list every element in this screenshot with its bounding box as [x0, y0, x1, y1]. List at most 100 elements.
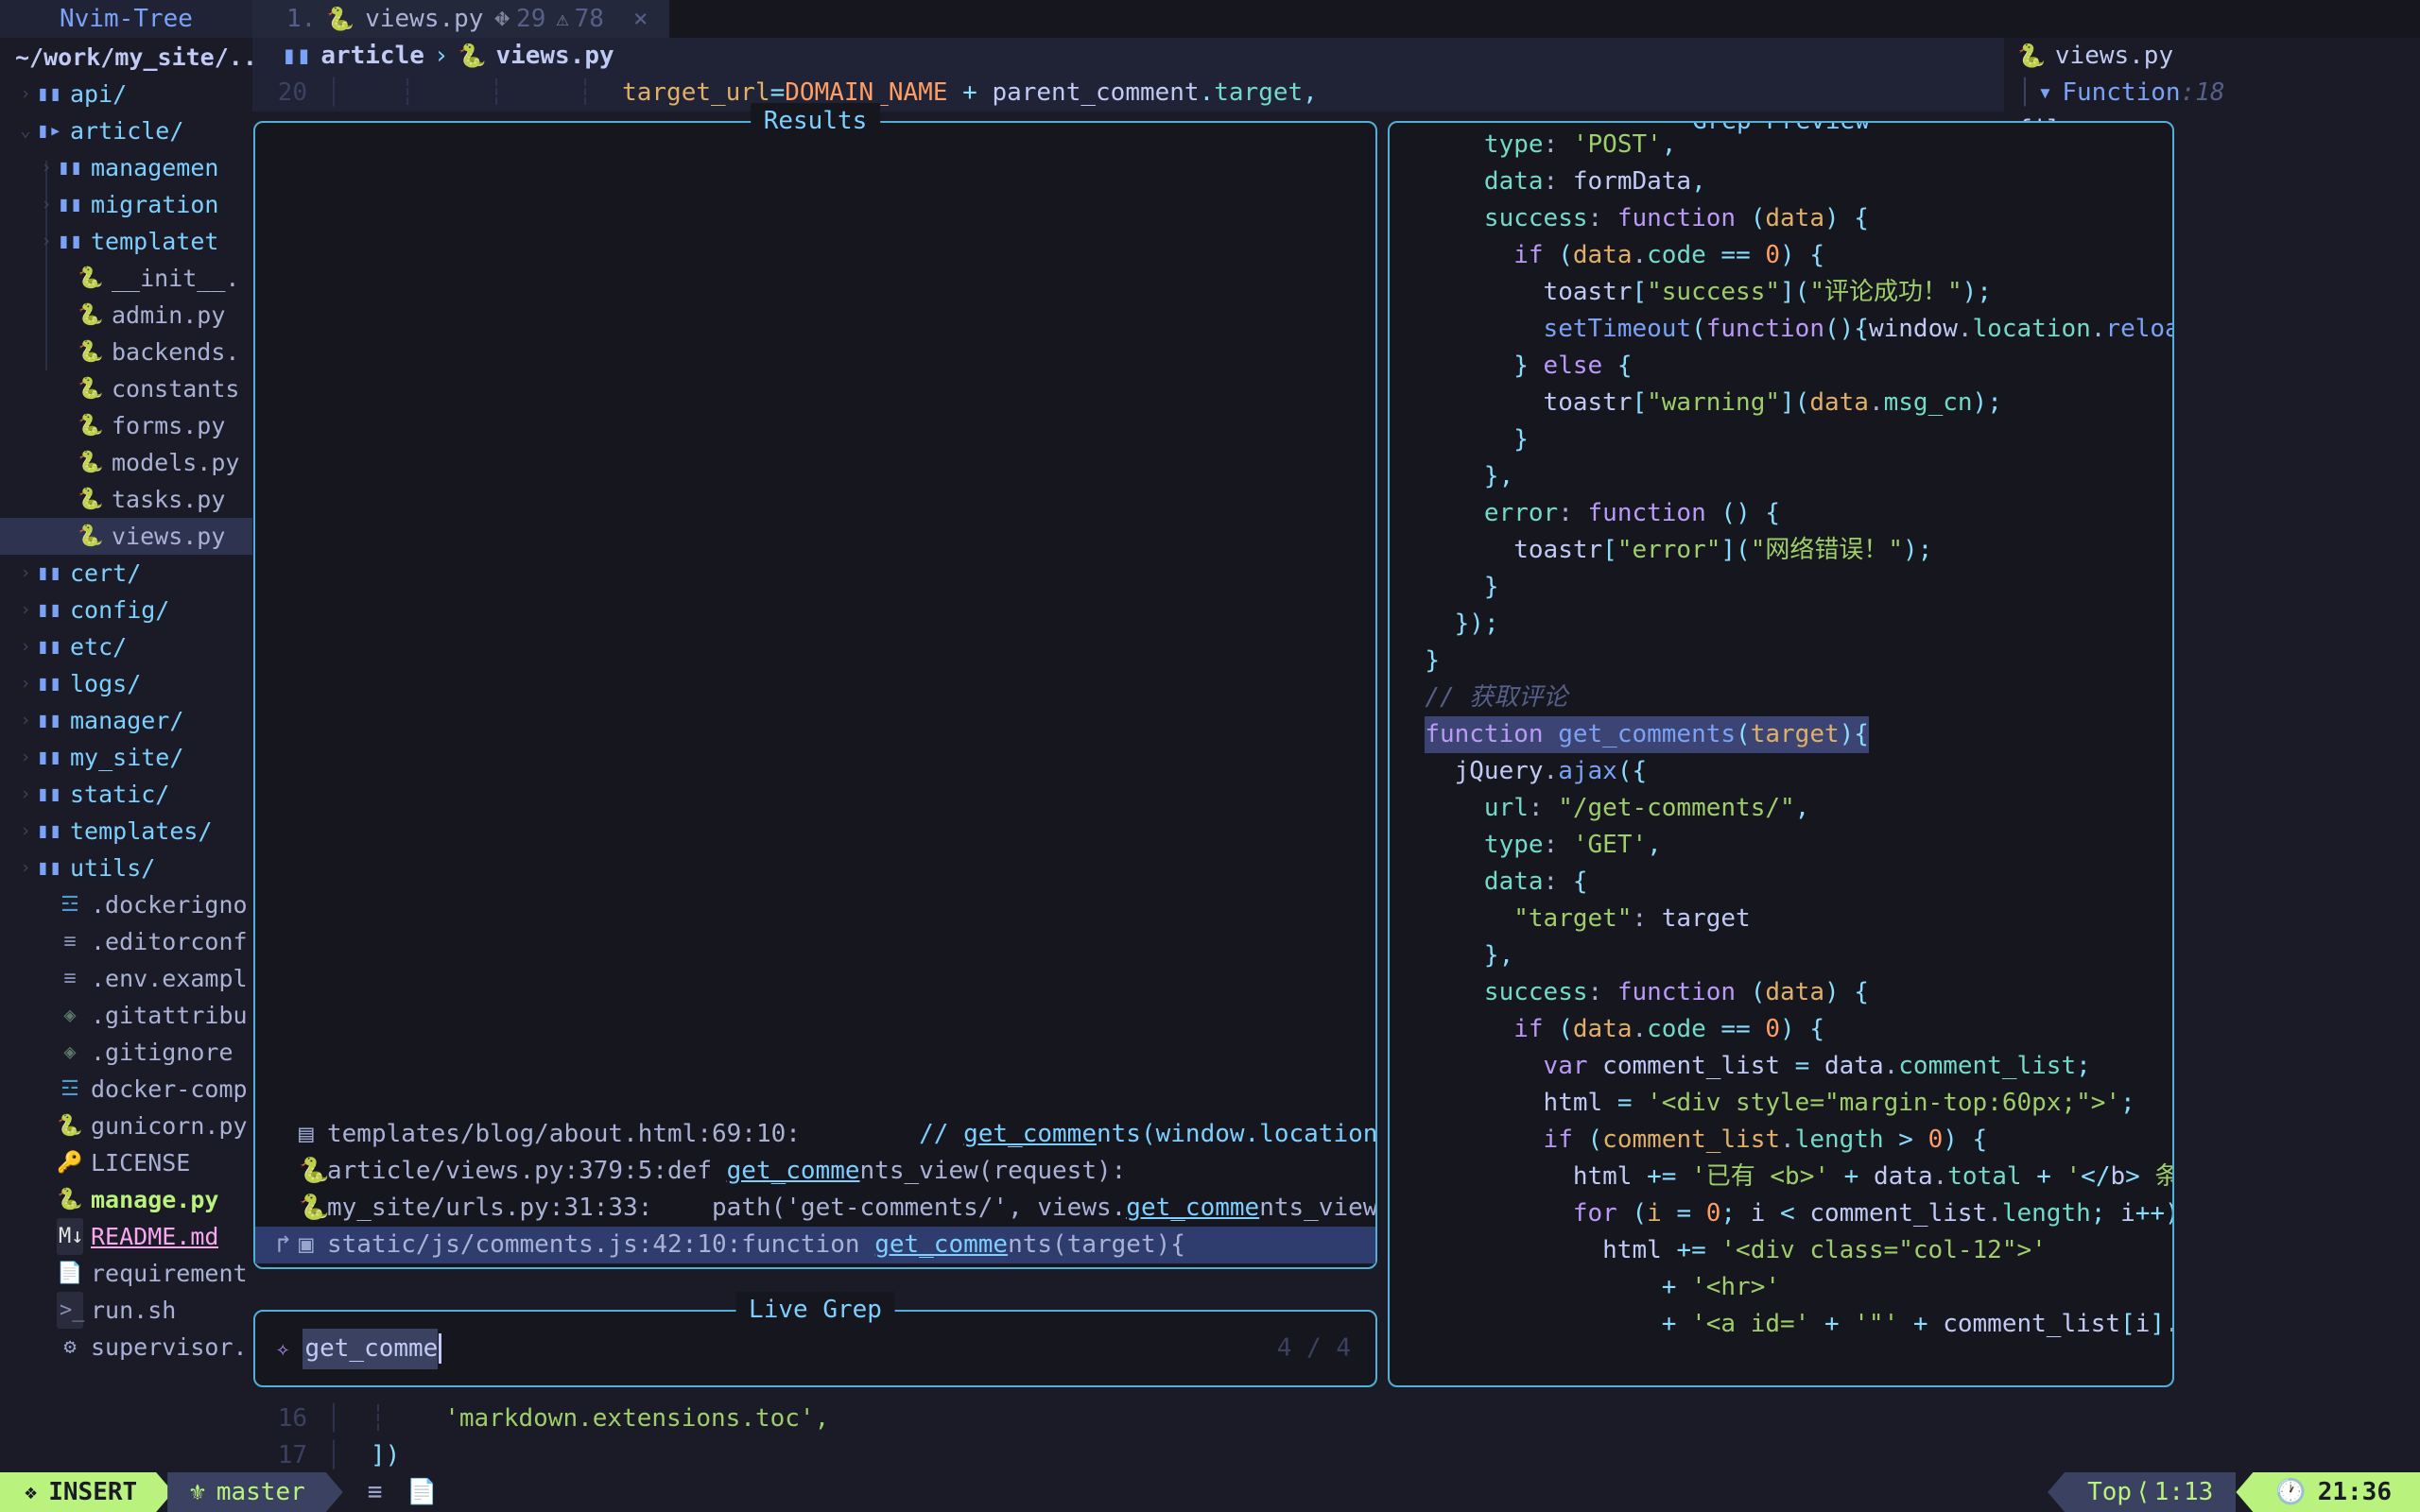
- tree-item-run-sh[interactable]: >_run.sh: [0, 1292, 252, 1329]
- tree-item-templates-[interactable]: ›▮▮templates/: [0, 813, 252, 850]
- chevron-icon[interactable]: ›: [36, 223, 57, 260]
- tree-item-cert-[interactable]: ›▮▮cert/: [0, 555, 252, 592]
- git-branch-indicator[interactable]: ⚜ master: [167, 1472, 343, 1512]
- chevron-icon[interactable]: ›: [15, 592, 36, 628]
- file-icon[interactable]: 📄: [406, 1474, 437, 1511]
- tree-item-license[interactable]: 🔑LICENSE: [0, 1144, 252, 1181]
- search-input[interactable]: get_comme: [302, 1329, 438, 1369]
- tree-item-backends-[interactable]: 🐍backends.: [0, 334, 252, 370]
- tree-item--dockerigno[interactable]: ☲.dockerigno: [0, 886, 252, 923]
- tree-item-manage-py[interactable]: 🐍manage.py: [0, 1181, 252, 1218]
- tree-item-article-[interactable]: ⌄▮▸article/: [0, 112, 252, 149]
- tree-item-readme-md[interactable]: M↓README.md: [0, 1218, 252, 1255]
- breadcrumb-file[interactable]: views.py: [495, 38, 614, 75]
- telescope-preview-window[interactable]: Grep Preview type: 'POST', data: formDat…: [1388, 121, 2174, 1387]
- tree-item-label: migration: [91, 186, 218, 223]
- selection-caret-icon: ↱: [276, 1227, 299, 1263]
- result-row[interactable]: ▤templates/blog/about.html:69:10: // get…: [255, 1116, 1375, 1153]
- html-icon: ▤: [299, 1116, 327, 1153]
- result-row[interactable]: 🐍my_site/urls.py:31:33: path('get-commen…: [255, 1190, 1375, 1227]
- mode-indicator: ❖ INSERT: [0, 1472, 173, 1512]
- tree-item--env-exampl[interactable]: ≡.env.exampl: [0, 960, 252, 997]
- tree-item-utils-[interactable]: ›▮▮utils/: [0, 850, 252, 886]
- tree-item--gitattribu[interactable]: ◈.gitattribu: [0, 997, 252, 1034]
- tree-item-requirement[interactable]: 📄requirement: [0, 1255, 252, 1292]
- tree-item-tasks-py[interactable]: 🐍tasks.py: [0, 481, 252, 518]
- result-row[interactable]: ↱▣static/js/comments.js:42:10:function g…: [255, 1227, 1375, 1263]
- breadcrumb-folder[interactable]: article: [320, 38, 424, 75]
- tree-item---init---[interactable]: 🐍__init__.: [0, 260, 252, 297]
- buffer-tab-views-py[interactable]: 1. 🐍 views.py ⛖ 29 ⚠ 78 ×: [252, 0, 669, 38]
- folder-icon: ▮▮: [36, 702, 62, 739]
- tree-item--editorconf[interactable]: ≡.editorconf: [0, 923, 252, 960]
- tree-item-label: tasks.py: [112, 481, 225, 518]
- preview-line: }: [1390, 643, 2172, 679]
- tree-item-label: LICENSE: [91, 1144, 190, 1181]
- outline-kind-row[interactable]: │ ▾ Function :18: [2004, 75, 2420, 112]
- tree-item--gitignore[interactable]: ◈.gitignore: [0, 1034, 252, 1071]
- tree-item-admin-py[interactable]: 🐍admin.py: [0, 297, 252, 334]
- error-icon: ⛖: [493, 1, 510, 38]
- chevron-icon[interactable]: ⌄: [15, 112, 36, 149]
- tree-item-managemen[interactable]: ›▮▮managemen: [0, 149, 252, 186]
- chevron-down-icon[interactable]: ▾: [2038, 75, 2053, 112]
- tree-item-constants[interactable]: 🐍constants: [0, 370, 252, 407]
- tree-item-gunicorn-py[interactable]: 🐍gunicorn.py: [0, 1108, 252, 1144]
- tree-item-manager-[interactable]: ›▮▮manager/: [0, 702, 252, 739]
- preview-line: "target": target: [1390, 901, 2172, 937]
- editor-code-text: target_url=DOMAIN_NAME + parent_comment.…: [622, 75, 1318, 112]
- chevron-icon[interactable]: ›: [15, 813, 36, 850]
- tree-item-etc-[interactable]: ›▮▮etc/: [0, 628, 252, 665]
- file-tree-panel[interactable]: ~/work/my_site/.. ›▮▮api/⌄▮▸article/›▮▮m…: [0, 38, 252, 1474]
- tree-item-label: supervisor.: [91, 1329, 248, 1366]
- outline-kind-count: :18: [2181, 75, 2225, 112]
- chevron-icon[interactable]: ›: [15, 702, 36, 739]
- text-icon: 📄: [57, 1255, 83, 1292]
- chevron-icon[interactable]: ›: [36, 149, 57, 186]
- tree-item-label: admin.py: [112, 297, 225, 334]
- tree-item-forms-py[interactable]: 🐍forms.py: [0, 407, 252, 444]
- tree-item-label: .editorconf: [91, 923, 248, 960]
- chevron-icon[interactable]: ›: [15, 850, 36, 886]
- tree-item-logs-[interactable]: ›▮▮logs/: [0, 665, 252, 702]
- result-row[interactable]: 🐍article/views.py:379:5:def get_comments…: [255, 1153, 1375, 1190]
- chevron-icon[interactable]: ›: [36, 186, 57, 223]
- tree-item-templatet[interactable]: ›▮▮templatet: [0, 223, 252, 260]
- tree-item-config-[interactable]: ›▮▮config/: [0, 592, 252, 628]
- tree-item-static-[interactable]: ›▮▮static/: [0, 776, 252, 813]
- chevron-icon[interactable]: ›: [15, 555, 36, 592]
- tree-item-label: run.sh: [91, 1292, 176, 1329]
- tree-item-my-site-[interactable]: ›▮▮my_site/: [0, 739, 252, 776]
- tree-item-views-py[interactable]: 🐍views.py: [0, 518, 252, 555]
- preview-line: success: function (data) {: [1390, 974, 2172, 1011]
- tree-item-label: utils/: [70, 850, 155, 886]
- chevron-icon[interactable]: ›: [15, 776, 36, 813]
- chevron-icon[interactable]: ›: [15, 76, 36, 112]
- preview-line: if (data.code == 0) {: [1390, 237, 2172, 274]
- close-icon[interactable]: ×: [633, 1, 648, 38]
- chevron-icon[interactable]: ›: [15, 739, 36, 776]
- tree-item-api-[interactable]: ›▮▮api/: [0, 76, 252, 112]
- preview-line: toastr["success"]("评论成功！");: [1390, 274, 2172, 311]
- tree-item-migration[interactable]: ›▮▮migration: [0, 186, 252, 223]
- results-list[interactable]: ▤templates/blog/about.html:69:10: // get…: [255, 1116, 1375, 1263]
- telescope-results-window[interactable]: Results ▤templates/blog/about.html:69:10…: [253, 121, 1377, 1269]
- tree-item-models-py[interactable]: 🐍models.py: [0, 444, 252, 481]
- chevron-icon[interactable]: ›: [15, 628, 36, 665]
- preview-line: jQuery.ajax({: [1390, 753, 2172, 790]
- preview-line: for (i = 0; i < comment_list.length; i++…: [1390, 1195, 2172, 1232]
- preview-line: data: {: [1390, 864, 2172, 901]
- indent-guides: │ ┆: [326, 1400, 444, 1437]
- tree-root-path: ~/work/my_site/..: [0, 39, 252, 76]
- telescope-prompt-window[interactable]: Live Grep ✧ get_comme 4 / 4: [253, 1310, 1377, 1387]
- folder-icon: ▮▮: [36, 850, 62, 886]
- diagnostics-warnings: ⚠ 78: [556, 1, 604, 38]
- preview-line: if (comment_list.length > 0) {: [1390, 1122, 2172, 1159]
- preview-line: data: formData,: [1390, 163, 2172, 200]
- preview-line: + '<hr>': [1390, 1269, 2172, 1306]
- list-icon[interactable]: ≡: [368, 1474, 383, 1511]
- chevron-icon[interactable]: ›: [15, 665, 36, 702]
- python-icon: 🐍: [78, 260, 104, 297]
- tree-item-supervisor-[interactable]: ⚙supervisor.: [0, 1329, 252, 1366]
- tree-item-docker-comp[interactable]: ☲docker-comp: [0, 1071, 252, 1108]
